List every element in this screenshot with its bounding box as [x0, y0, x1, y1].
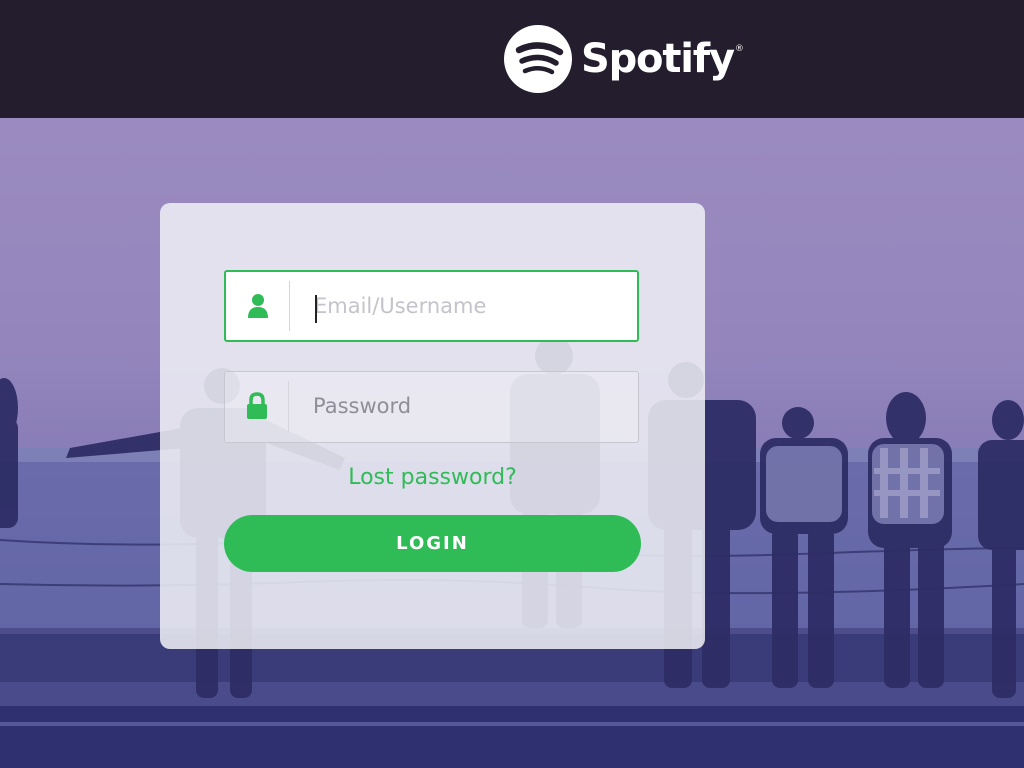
text-caret: [315, 295, 317, 323]
brand-name: Spotify: [581, 36, 735, 82]
lost-password-link[interactable]: Lost password?: [160, 465, 705, 490]
login-button[interactable]: LOGIN: [224, 515, 641, 572]
password-field[interactable]: [224, 371, 639, 443]
login-form: Lost password? LOGIN: [160, 203, 705, 649]
lock-icon: [245, 392, 269, 420]
password-input[interactable]: [313, 386, 623, 426]
field-divider: [289, 281, 290, 331]
spotify-logo-icon: [504, 25, 572, 93]
username-input[interactable]: [314, 286, 624, 326]
top-header: Spotify ®: [0, 0, 1024, 118]
brand-logo[interactable]: Spotify ®: [504, 24, 744, 94]
username-field[interactable]: [224, 270, 639, 342]
login-page: Spotify ® Email/Username Lost password? …: [0, 0, 1024, 768]
registered-mark: ®: [734, 44, 744, 54]
user-icon: [246, 292, 270, 320]
field-divider: [288, 381, 289, 431]
